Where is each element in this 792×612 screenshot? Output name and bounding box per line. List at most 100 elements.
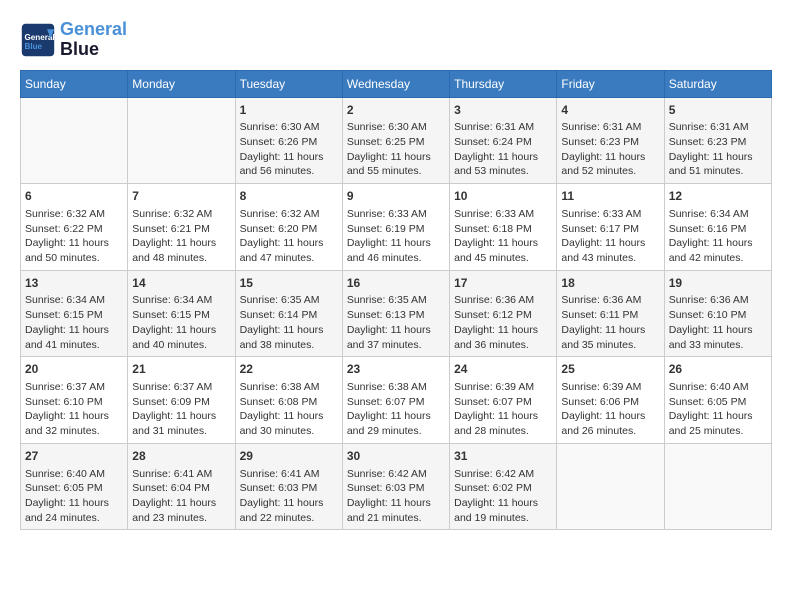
day-info: Sunset: 6:15 PM	[25, 308, 123, 323]
calendar-cell: 29Sunrise: 6:41 AMSunset: 6:03 PMDayligh…	[235, 443, 342, 530]
day-info: Daylight: 11 hours and 33 minutes.	[669, 323, 767, 352]
calendar-cell: 31Sunrise: 6:42 AMSunset: 6:02 PMDayligh…	[450, 443, 557, 530]
day-info: Daylight: 11 hours and 26 minutes.	[561, 409, 659, 438]
calendar-cell: 13Sunrise: 6:34 AMSunset: 6:15 PMDayligh…	[21, 270, 128, 357]
calendar-cell: 7 Sunrise: 6:32 AMSunset: 6:21 PMDaylight…	[128, 184, 235, 271]
day-info: Daylight: 11 hours and 30 minutes.	[240, 409, 338, 438]
day-info: Sunrise: 6:35 AM	[347, 293, 445, 308]
header-cell-tuesday: Tuesday	[235, 70, 342, 97]
day-info: Sunrise: 6:41 AM	[240, 467, 338, 482]
day-number: 14	[132, 275, 230, 292]
day-info: Sunrise: 6:32 AM	[240, 207, 338, 222]
calendar-cell: 14Sunrise: 6:34 AMSunset: 6:15 PMDayligh…	[128, 270, 235, 357]
day-info: Sunrise: 6:38 AM	[240, 380, 338, 395]
day-info: Daylight: 11 hours and 21 minutes.	[347, 496, 445, 525]
day-info: Sunset: 6:11 PM	[561, 308, 659, 323]
week-row-1: 6Sunrise: 6:32 AMSunset: 6:22 PMDaylight…	[21, 184, 772, 271]
day-info: Daylight: 11 hours and 46 minutes.	[347, 236, 445, 265]
day-info: Sunset: 6:24 PM	[454, 135, 552, 150]
day-info: Sunset: 6:19 PM	[347, 222, 445, 237]
day-number: 10	[454, 188, 552, 205]
day-info: Sunset: 6:08 PM	[240, 395, 338, 410]
calendar-cell: 9Sunrise: 6:33 AMSunset: 6:19 PMDaylight…	[342, 184, 449, 271]
day-info: Sunset: 6:16 PM	[669, 222, 767, 237]
day-number: 8	[240, 188, 338, 205]
day-info: Sunset: 6:07 PM	[454, 395, 552, 410]
calendar-cell: 1Sunrise: 6:30 AMSunset: 6:26 PMDaylight…	[235, 97, 342, 184]
day-info: Sunrise: 6:39 AM	[561, 380, 659, 395]
day-info: Daylight: 11 hours and 24 minutes.	[25, 496, 123, 525]
day-info: Sunrise: 6:31 AM	[454, 120, 552, 135]
calendar-cell: 23Sunrise: 6:38 AMSunset: 6:07 PMDayligh…	[342, 357, 449, 444]
day-info: Sunrise: 6:41 AM	[132, 467, 230, 482]
day-info: Sunrise: 6:35 AM	[240, 293, 338, 308]
day-info: Sunrise: 6:33 AM	[561, 207, 659, 222]
day-info: Sunset: 6:15 PM	[132, 308, 230, 323]
calendar-cell	[557, 443, 664, 530]
day-info: Daylight: 11 hours and 40 minutes.	[132, 323, 230, 352]
day-info: Sunset: 6:26 PM	[240, 135, 338, 150]
day-number: 7	[132, 188, 230, 205]
day-info: Daylight: 11 hours and 56 minutes.	[240, 150, 338, 179]
week-row-3: 20Sunrise: 6:37 AMSunset: 6:10 PMDayligh…	[21, 357, 772, 444]
day-info: Daylight: 11 hours and 31 minutes.	[132, 409, 230, 438]
day-info: Sunrise: 6:42 AM	[454, 467, 552, 482]
header-cell-thursday: Thursday	[450, 70, 557, 97]
day-info: Sunrise: 6:31 AM	[561, 120, 659, 135]
day-number: 21	[132, 361, 230, 378]
day-info: Sunrise: 6:32 AM	[25, 207, 123, 222]
day-number: 22	[240, 361, 338, 378]
day-info: Sunset: 6:13 PM	[347, 308, 445, 323]
calendar-cell	[664, 443, 771, 530]
header-cell-monday: Monday	[128, 70, 235, 97]
day-info: Sunrise: 6:31 AM	[669, 120, 767, 135]
calendar-cell	[21, 97, 128, 184]
day-info: Daylight: 11 hours and 50 minutes.	[25, 236, 123, 265]
day-info: Daylight: 11 hours and 47 minutes.	[240, 236, 338, 265]
day-info: Sunrise: 6:32 AM	[132, 207, 230, 222]
day-info: Sunset: 6:21 PM	[132, 222, 230, 237]
svg-text:Blue: Blue	[25, 42, 43, 51]
day-number: 2	[347, 102, 445, 119]
day-number: 9	[347, 188, 445, 205]
calendar-cell: 4Sunrise: 6:31 AMSunset: 6:23 PMDaylight…	[557, 97, 664, 184]
day-info: Sunrise: 6:42 AM	[347, 467, 445, 482]
day-number: 23	[347, 361, 445, 378]
day-info: Sunset: 6:09 PM	[132, 395, 230, 410]
calendar-cell: 11Sunrise: 6:33 AMSunset: 6:17 PMDayligh…	[557, 184, 664, 271]
day-info: Sunset: 6:12 PM	[454, 308, 552, 323]
calendar-cell: 3Sunrise: 6:31 AMSunset: 6:24 PMDaylight…	[450, 97, 557, 184]
calendar-cell: 6Sunrise: 6:32 AMSunset: 6:22 PMDaylight…	[21, 184, 128, 271]
day-info: Daylight: 11 hours and 25 minutes.	[669, 409, 767, 438]
calendar-cell: 25Sunrise: 6:39 AMSunset: 6:06 PMDayligh…	[557, 357, 664, 444]
day-info: Daylight: 11 hours and 19 minutes.	[454, 496, 552, 525]
day-number: 19	[669, 275, 767, 292]
day-number: 16	[347, 275, 445, 292]
day-info: Sunset: 6:03 PM	[240, 481, 338, 496]
day-info: Sunrise: 6:37 AM	[132, 380, 230, 395]
day-number: 17	[454, 275, 552, 292]
day-number: 11	[561, 188, 659, 205]
day-info: Daylight: 11 hours and 41 minutes.	[25, 323, 123, 352]
header-cell-wednesday: Wednesday	[342, 70, 449, 97]
day-info: Sunrise: 6:36 AM	[669, 293, 767, 308]
day-number: 26	[669, 361, 767, 378]
calendar-cell	[128, 97, 235, 184]
day-info: Daylight: 11 hours and 51 minutes.	[669, 150, 767, 179]
day-info: Daylight: 11 hours and 29 minutes.	[347, 409, 445, 438]
day-info: Sunrise: 6:38 AM	[347, 380, 445, 395]
day-info: Daylight: 11 hours and 43 minutes.	[561, 236, 659, 265]
calendar-cell: 22 Sunrise: 6:38 AMSunset: 6:08 PMDayligh…	[235, 357, 342, 444]
day-info: Daylight: 11 hours and 36 minutes.	[454, 323, 552, 352]
day-number: 13	[25, 275, 123, 292]
day-info: Daylight: 11 hours and 22 minutes.	[240, 496, 338, 525]
day-info: Sunrise: 6:36 AM	[561, 293, 659, 308]
day-info: Sunrise: 6:34 AM	[25, 293, 123, 308]
day-number: 24	[454, 361, 552, 378]
day-info: Sunrise: 6:37 AM	[25, 380, 123, 395]
logo-text: GeneralBlue	[60, 20, 127, 60]
week-row-2: 13Sunrise: 6:34 AMSunset: 6:15 PMDayligh…	[21, 270, 772, 357]
day-info: Daylight: 11 hours and 48 minutes.	[132, 236, 230, 265]
calendar-header: SundayMondayTuesdayWednesdayThursdayFrid…	[21, 70, 772, 97]
day-info: Sunrise: 6:34 AM	[132, 293, 230, 308]
